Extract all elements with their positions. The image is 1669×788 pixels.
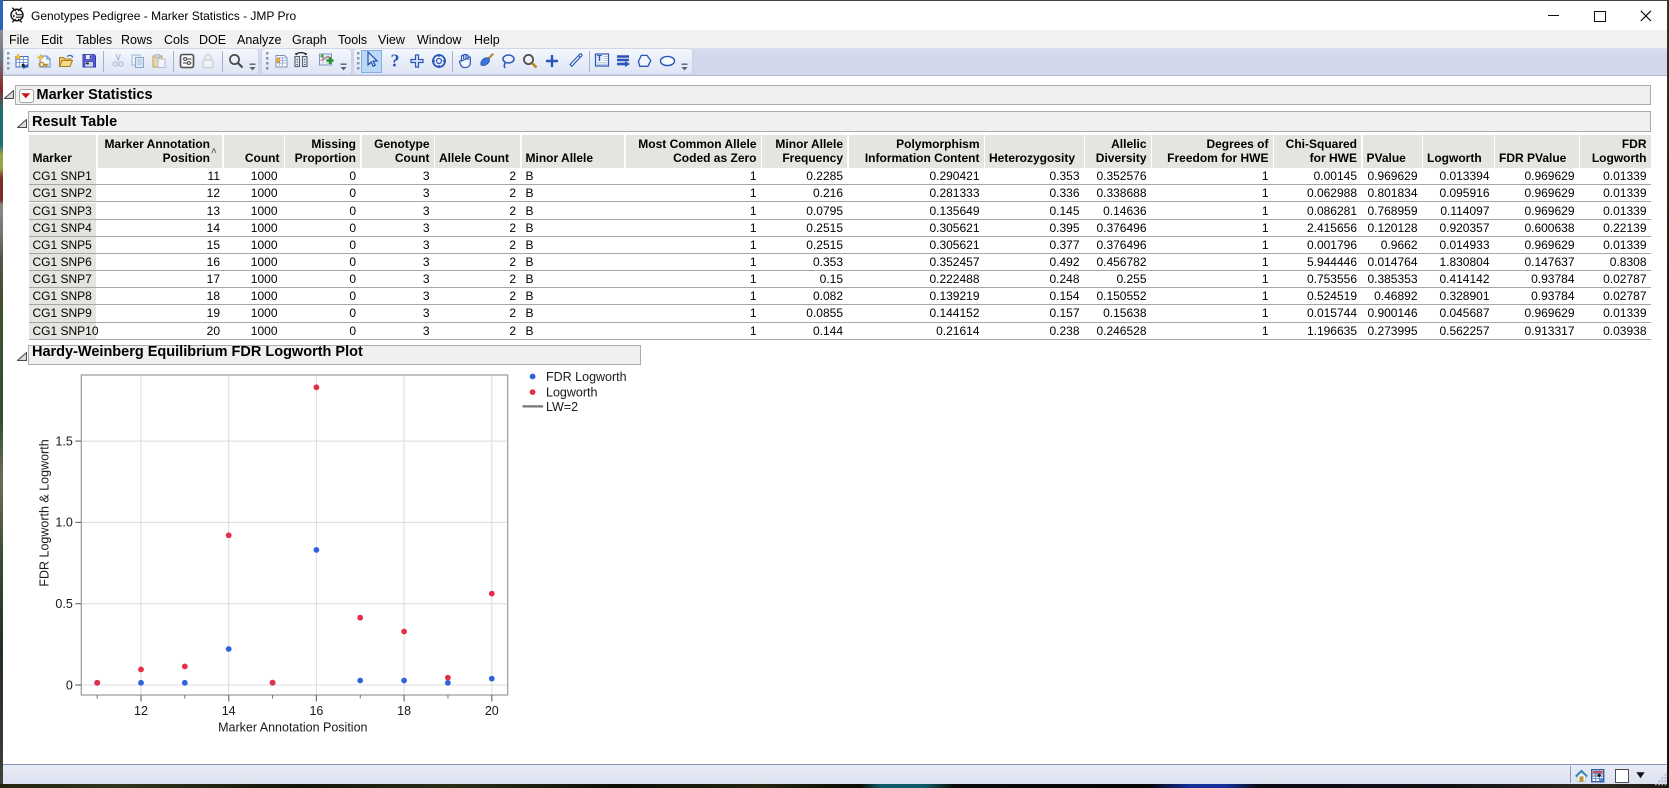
- svg-text:0.5: 0.5: [55, 597, 72, 611]
- svg-text:1.0: 1.0: [55, 516, 72, 530]
- svg-text:18: 18: [397, 704, 411, 718]
- svg-text:1.5: 1.5: [55, 434, 72, 448]
- svg-text:LW=2: LW=2: [546, 400, 578, 414]
- svg-text:Logworth: Logworth: [546, 385, 597, 399]
- svg-text:0: 0: [66, 678, 73, 692]
- svg-text:12: 12: [134, 704, 148, 718]
- svg-text:FDR Logworth & Logworth: FDR Logworth & Logworth: [38, 439, 52, 586]
- svg-text:Marker Annotation Position: Marker Annotation Position: [218, 721, 367, 735]
- svg-text:FDR Logworth: FDR Logworth: [546, 370, 627, 384]
- svg-text:16: 16: [309, 704, 323, 718]
- svg-text:14: 14: [222, 704, 236, 718]
- svg-text:20: 20: [485, 704, 499, 718]
- svg-text:?: ?: [391, 52, 400, 69]
- svg-text:T: T: [597, 53, 603, 63]
